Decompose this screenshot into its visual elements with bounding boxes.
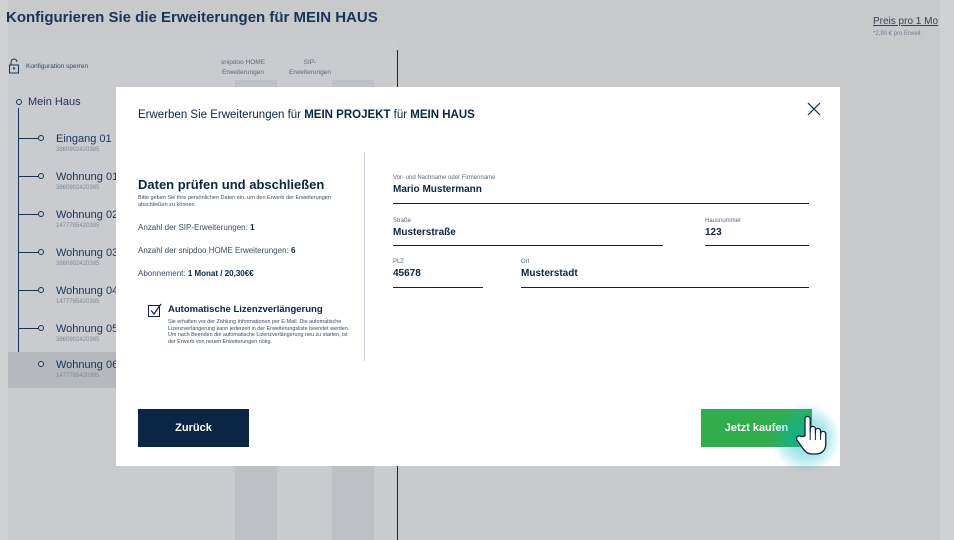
sip-count: Anzahl der SIP-Erweiterungen: 1 bbox=[138, 223, 344, 232]
name-field[interactable]: Vor- und Nachname oder Firmenname Mario … bbox=[393, 175, 809, 204]
postal-code-field[interactable]: PLZ 45678 bbox=[393, 259, 483, 288]
postal-code-field-value: 45678 bbox=[393, 268, 421, 279]
field-underline bbox=[521, 287, 809, 288]
subscription-value: 1 Monat / 20,30€€ bbox=[187, 269, 254, 278]
summary-hint: Bitte geben Sie Ihre persönlichen Daten … bbox=[138, 195, 331, 208]
postal-code-field-label: PLZ bbox=[393, 259, 405, 265]
field-underline bbox=[705, 245, 809, 246]
street-field-label: Straße bbox=[393, 218, 412, 224]
order-summary: Daten prüfen und abschließen Bitte geben… bbox=[138, 177, 349, 345]
close-icon bbox=[807, 102, 821, 116]
purchase-dialog: Erwerben Sie Erweiterungen für MEIN PROJ… bbox=[116, 87, 840, 466]
subscription: Abonnement: 1 Monat / 20,30€€ bbox=[138, 269, 344, 278]
dialog-title: Erwerben Sie Erweiterungen für MEIN PROJ… bbox=[138, 109, 475, 121]
city-field-value: Musterstadt bbox=[521, 268, 578, 279]
street-field-value: Musterstraße bbox=[393, 227, 456, 238]
sip-count-label: Anzahl der SIP-Erweiterungen: bbox=[138, 223, 251, 232]
screen: Konfigurieren Sie die Erweiterungen für … bbox=[0, 0, 954, 540]
tap-cursor bbox=[772, 404, 840, 472]
city-field-label: Ort bbox=[521, 259, 530, 265]
summary-heading: Daten prüfen und abschließen bbox=[138, 177, 325, 192]
house-number-field-label: Hausnummer bbox=[705, 218, 742, 224]
snipdoo-count: Anzahl der snipdoo HOME Erweiterungen: 6 bbox=[138, 246, 344, 255]
back-button[interactable]: Zurück bbox=[138, 409, 249, 447]
snipdoo-count-label: Anzahl der snipdoo HOME Erweiterungen: bbox=[138, 246, 291, 255]
dialog-title-house: MEIN HAUS bbox=[410, 109, 475, 121]
house-number-field[interactable]: Hausnummer 123 bbox=[705, 218, 809, 246]
section-divider bbox=[364, 152, 365, 361]
hand-pointer-icon bbox=[795, 415, 827, 455]
auto-renewal-text: Sie erhalten vor der Zahlung Information… bbox=[168, 319, 350, 345]
house-number-field-value: 123 bbox=[705, 227, 722, 238]
dialog-title-mid: für bbox=[390, 109, 411, 121]
name-field-value: Mario Mustermann bbox=[393, 184, 482, 195]
name-field-label: Vor- und Nachname oder Firmenname bbox=[393, 175, 496, 181]
field-underline bbox=[393, 287, 483, 288]
dialog-title-prefix: Erwerben Sie Erweiterungen für bbox=[138, 109, 305, 121]
city-field[interactable]: Ort Musterstadt bbox=[521, 259, 809, 288]
field-underline bbox=[393, 203, 809, 204]
dialog-title-project: MEIN PROJEKT bbox=[304, 109, 391, 121]
subscription-label: Abonnement: bbox=[138, 269, 188, 278]
snipdoo-count-value: 6 bbox=[290, 246, 296, 255]
street-field[interactable]: Straße Musterstraße bbox=[393, 218, 663, 246]
field-underline bbox=[393, 245, 663, 246]
auto-renewal-title: Automatische Lizenzverlängerung bbox=[168, 304, 323, 315]
auto-renewal-checkbox[interactable] bbox=[148, 303, 162, 317]
sip-count-value: 1 bbox=[250, 223, 255, 232]
close-button[interactable] bbox=[805, 100, 823, 118]
